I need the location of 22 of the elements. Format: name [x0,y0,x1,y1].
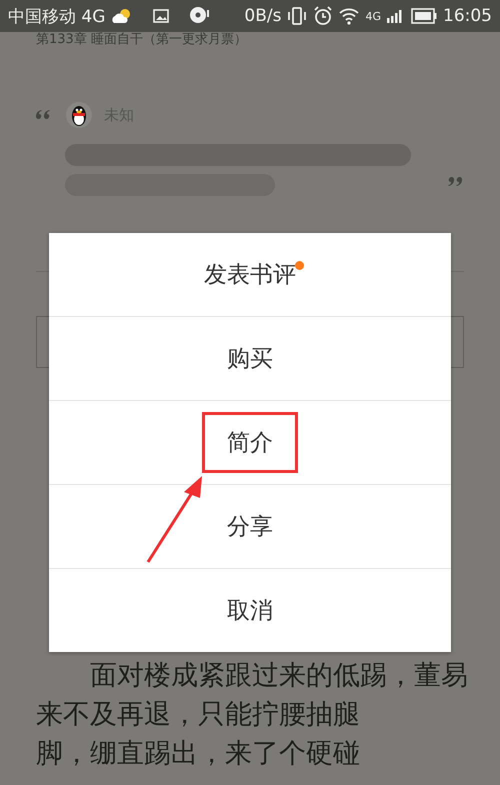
body-text: 面对楼成紧跟过来的低踢，董易 [89,659,469,693]
chapter-title: 第133章 睡面自干（第一更求月票） [36,32,248,48]
battery-icon [411,8,437,24]
menu-item[interactable]: 分享 [202,496,298,557]
body-text: 来不及再退，只能拧腰抽腿 [36,698,361,732]
close-quote-icon [448,176,462,186]
menu-item[interactable]: 取消 [202,580,298,641]
network-text: 4G [365,10,381,22]
wifi-icon [339,7,360,25]
open-quote-icon [36,110,50,120]
time-text: 16:05 [443,6,492,26]
vibrate-icon [287,7,308,25]
menu-item[interactable]: 购买 [202,328,298,389]
carrier-text: 中国移动 4G [8,6,106,28]
alarm-icon [313,6,334,26]
image-icon [153,9,170,23]
menu-item[interactable]: 简介 [202,412,298,473]
menu-item[interactable]: 发表书评 [179,244,321,305]
disc-icon [189,6,210,26]
body-text: 脚，绷直踢出，来了个硬碰 [36,737,361,771]
penguin-avatar-icon [66,102,92,128]
speed-text: 0B/s [244,6,282,26]
